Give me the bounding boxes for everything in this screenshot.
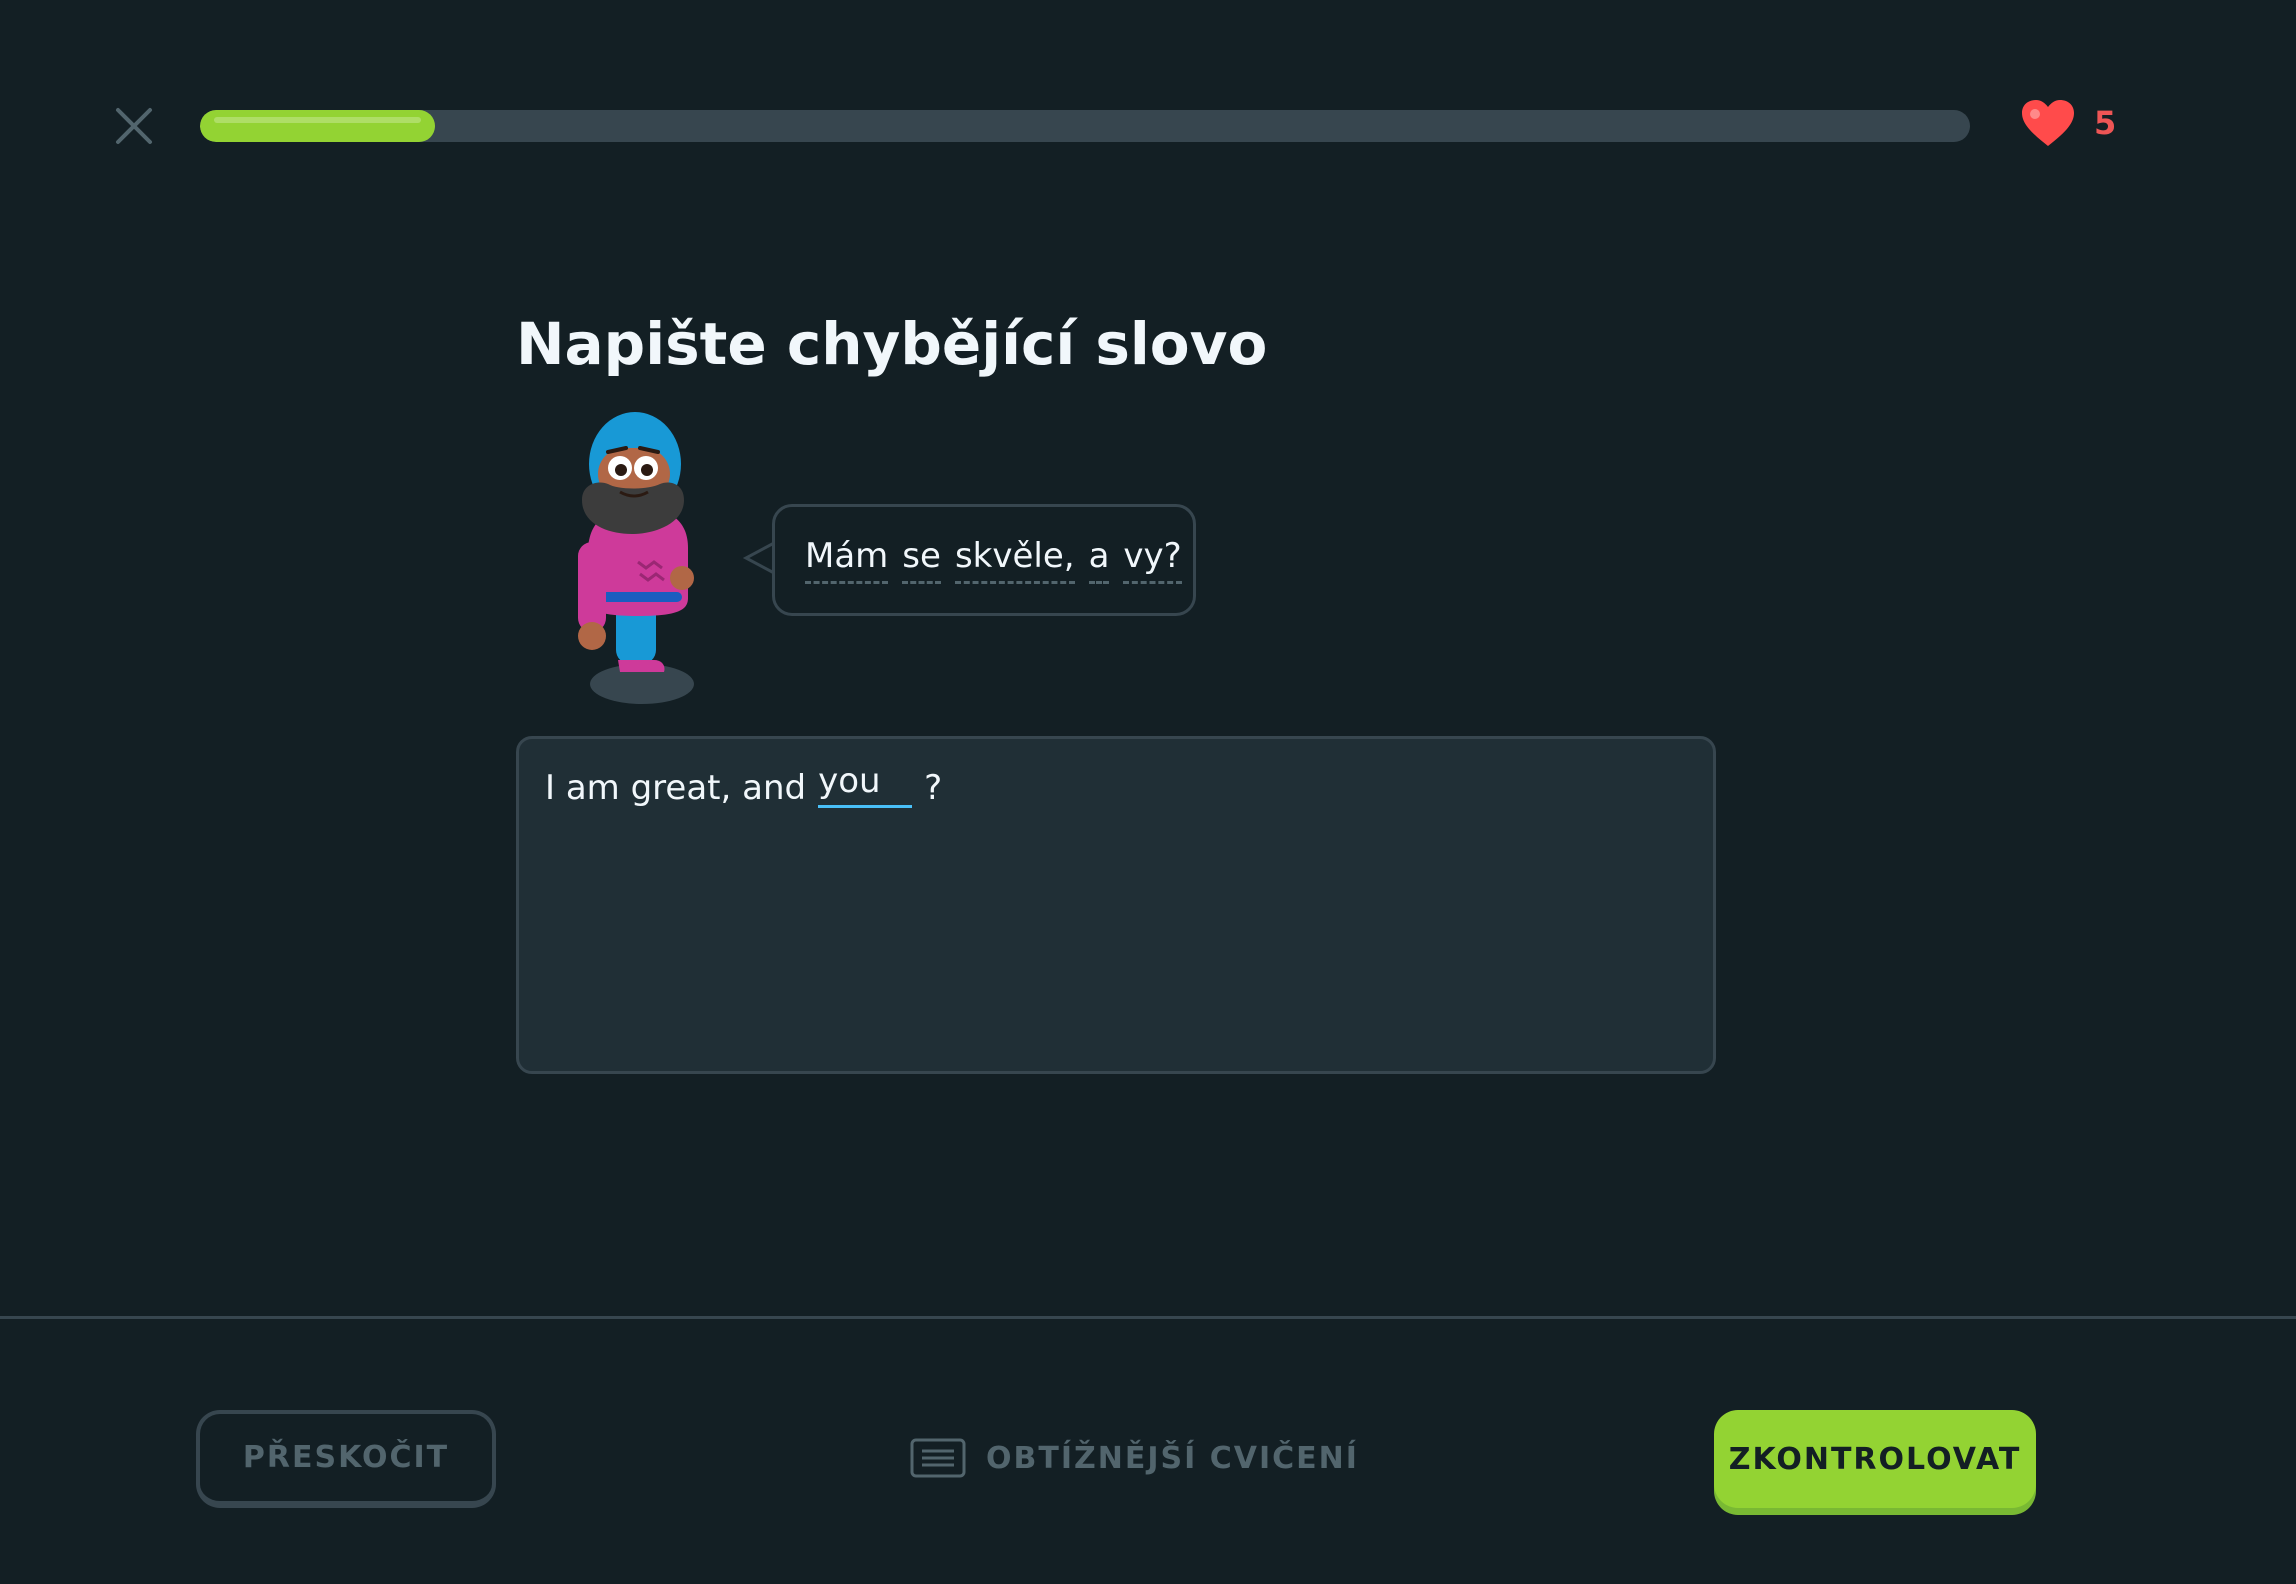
answer-suffix: ?	[924, 768, 943, 808]
answer-sentence: I am great, and ?	[545, 761, 1687, 808]
lesson-progress-bar	[200, 110, 1970, 142]
prompt-sentence: Mám se skvěle, a vy?	[805, 536, 1182, 584]
harder-exercise-label: OBTÍŽNĚJŠÍ CVIČENÍ	[986, 1440, 1359, 1476]
footer-divider	[0, 1316, 2296, 1319]
missing-word-input[interactable]	[818, 761, 913, 801]
check-button[interactable]: ZKONTROLOVAT	[1714, 1410, 2036, 1508]
close-button[interactable]	[108, 100, 160, 152]
hearts-count: 5	[2094, 104, 2117, 142]
prompt-word[interactable]: vy?	[1123, 536, 1182, 584]
character-illustration	[578, 412, 694, 704]
progress-fill	[200, 110, 436, 142]
lesson-screen: 5 Napište chybějící slovo Mám se skvěle,…	[0, 0, 2296, 1584]
skip-button[interactable]: PŘESKOČIT	[196, 1410, 496, 1508]
speech-bubble: Mám se skvěle, a vy?	[772, 504, 1196, 616]
missing-word-blank[interactable]	[818, 761, 913, 808]
hearts-counter[interactable]: 5	[2020, 98, 2116, 148]
prompt-word[interactable]: skvěle,	[954, 536, 1075, 584]
answer-prefix: I am great, and	[545, 768, 807, 808]
keyboard-icon	[910, 1438, 966, 1478]
prompt-word[interactable]: se	[902, 536, 941, 584]
prompt-word[interactable]: a	[1088, 536, 1110, 584]
answer-box[interactable]: I am great, and ?	[516, 736, 1716, 1074]
heart-icon	[2022, 100, 2074, 146]
harder-exercise-button[interactable]: OBTÍŽNĚJŠÍ CVIČENÍ	[910, 1438, 1359, 1478]
prompt-word[interactable]: Mám	[805, 536, 889, 584]
exercise-title: Napište chybějící slovo	[516, 310, 1268, 378]
close-icon	[116, 108, 152, 144]
